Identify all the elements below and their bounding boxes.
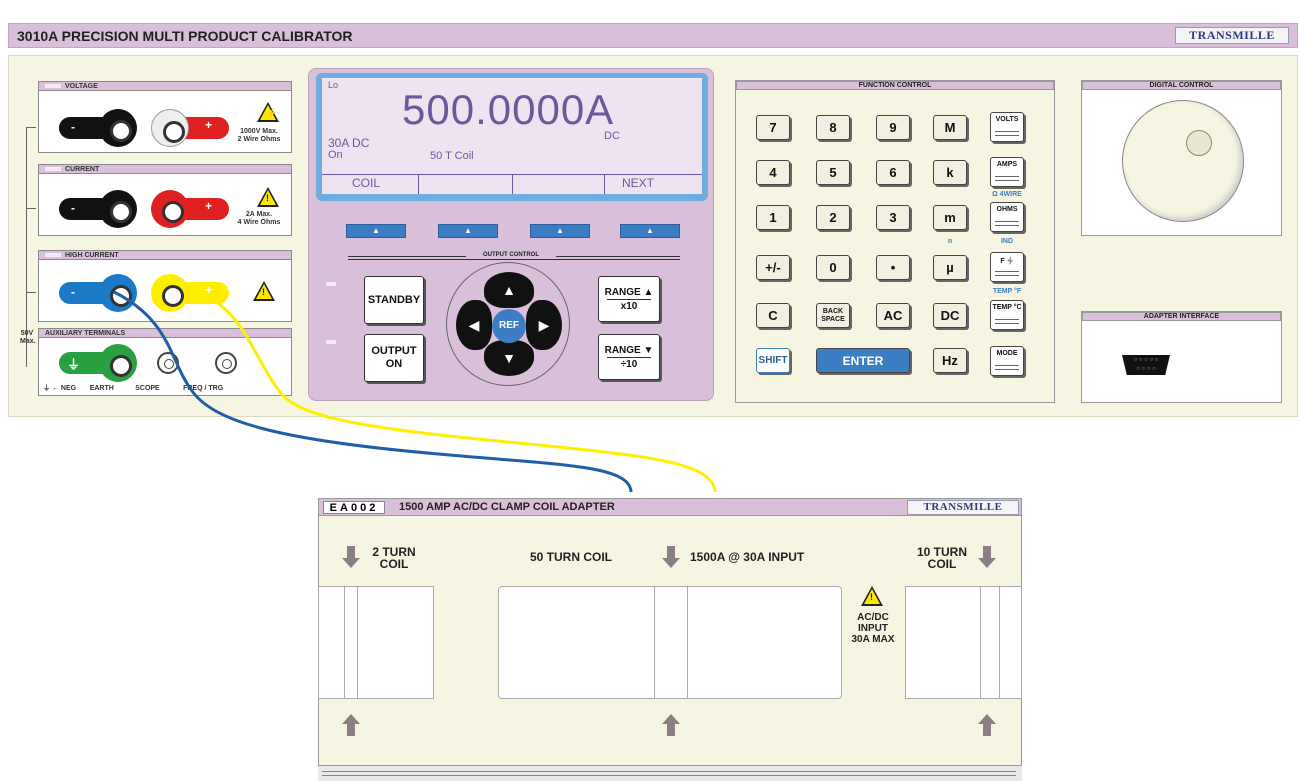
yellow-lead	[205, 294, 717, 493]
blue-lead	[113, 290, 633, 493]
test-leads	[113, 290, 717, 493]
